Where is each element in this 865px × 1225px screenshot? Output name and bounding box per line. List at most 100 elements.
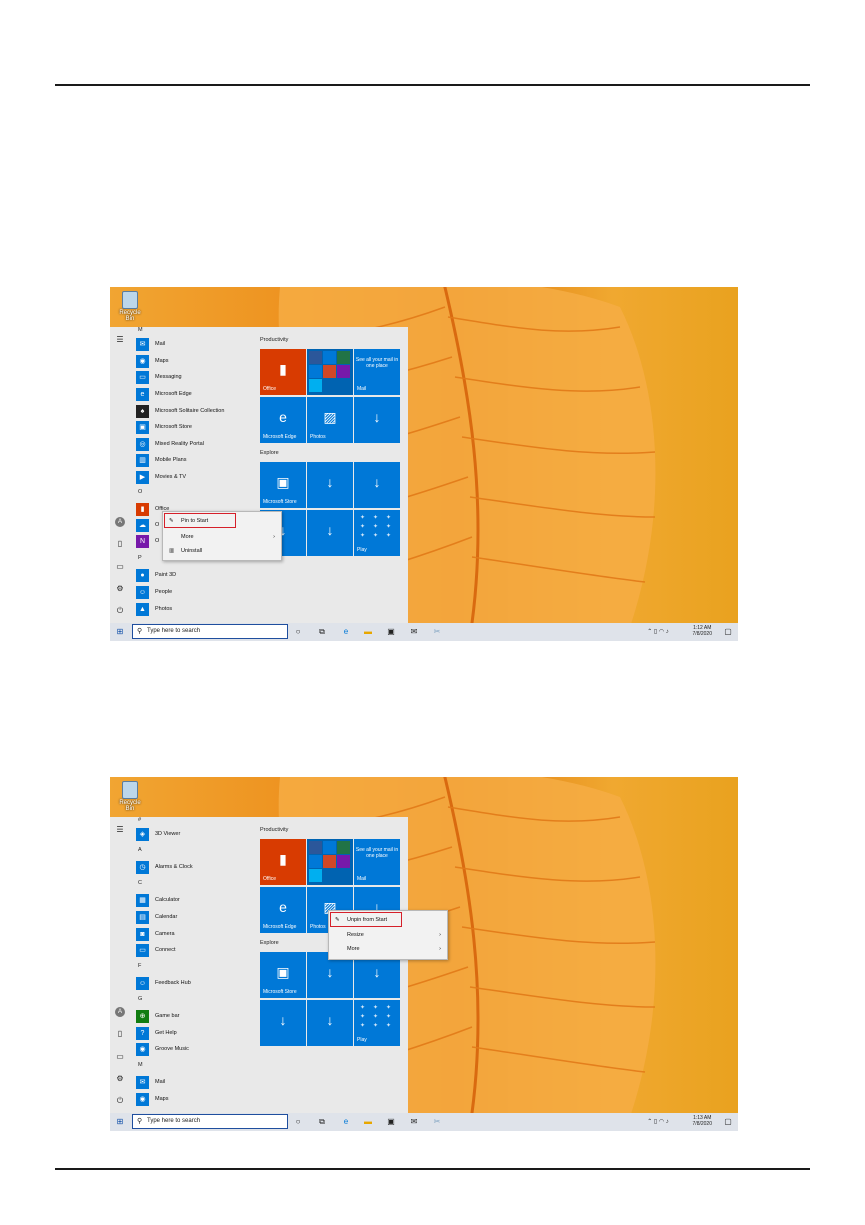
- tile-download[interactable]: ↓: [354, 397, 400, 443]
- pictures-icon[interactable]: ▭: [115, 562, 125, 572]
- edge-taskbar-icon[interactable]: e: [340, 626, 352, 638]
- app-onenote[interactable]: NO: [136, 534, 159, 548]
- app-photos[interactable]: ▲ Photos: [136, 602, 172, 616]
- app-onedrive[interactable]: ☁ O: [136, 518, 159, 532]
- letter-header[interactable]: A: [138, 847, 142, 853]
- app-microsoft-store[interactable]: ▣ Microsoft Store: [136, 420, 192, 434]
- hamburger-menu-icon[interactable]: ☰: [115, 825, 125, 835]
- notifications-icon[interactable]: ▢: [722, 626, 734, 638]
- app-calculator[interactable]: ▦ Calculator: [136, 893, 180, 907]
- group-explore[interactable]: Explore: [260, 450, 279, 456]
- tile-download[interactable]: ↓: [307, 510, 353, 556]
- tile-office[interactable]: ▮ Office: [260, 839, 306, 885]
- menu-item-more[interactable]: More ›: [163, 530, 281, 544]
- app-calendar[interactable]: ▤ Calendar: [136, 910, 177, 924]
- store-taskbar-icon[interactable]: ▣: [385, 626, 397, 638]
- settings-gear-icon[interactable]: ⚙: [115, 1074, 125, 1084]
- windows-start-icon[interactable]: ⊞: [114, 626, 126, 638]
- app-3d-viewer[interactable]: ◈ 3D Viewer: [136, 827, 180, 841]
- snipping-tool-icon[interactable]: ✂: [431, 1116, 443, 1128]
- tile-photos[interactable]: ▨ Photos: [307, 397, 353, 443]
- tile-download[interactable]: ↓: [307, 462, 353, 508]
- cortana-icon[interactable]: ○: [292, 1116, 304, 1128]
- app-mixed-reality[interactable]: ◎ Mixed Reality Portal: [136, 437, 204, 451]
- search-input[interactable]: ⚲ Type here to search: [132, 624, 288, 639]
- user-avatar-icon[interactable]: A: [115, 1007, 125, 1017]
- power-icon[interactable]: ⏻: [115, 606, 125, 616]
- group-explore[interactable]: Explore: [260, 940, 279, 946]
- app-maps[interactable]: ◉ Maps: [136, 354, 168, 368]
- app-solitaire[interactable]: ♠ Microsoft Solitaire Collection: [136, 404, 224, 418]
- power-icon[interactable]: ⏻: [115, 1096, 125, 1106]
- tile-mail[interactable]: See all your mail in one place Mail: [354, 349, 400, 395]
- app-feedback-hub[interactable]: ☺ Feedback Hub: [136, 976, 191, 990]
- letter-header[interactable]: C: [138, 880, 142, 886]
- snipping-tool-icon[interactable]: ✂: [431, 626, 443, 638]
- cortana-icon[interactable]: ○: [292, 626, 304, 638]
- tile-microsoft-store[interactable]: ▣ Microsoft Store: [260, 952, 306, 998]
- group-productivity[interactable]: Productivity: [260, 827, 288, 833]
- letter-header[interactable]: G: [138, 996, 142, 1002]
- file-explorer-icon[interactable]: ▬: [362, 626, 374, 638]
- pictures-icon[interactable]: ▭: [115, 1052, 125, 1062]
- tile-play[interactable]: ✦✦✦ ✦✦✦ ✦✦✦ Play: [354, 1000, 400, 1046]
- tile-office[interactable]: ▮ Office: [260, 349, 306, 395]
- file-explorer-icon[interactable]: ▬: [362, 1116, 374, 1128]
- menu-item-more[interactable]: More ›: [329, 942, 447, 956]
- documents-icon[interactable]: ▯: [115, 1029, 125, 1039]
- app-game-bar[interactable]: ⊕ Game bar: [136, 1009, 179, 1023]
- menu-item-resize[interactable]: Resize ›: [329, 928, 447, 942]
- tile-office-apps[interactable]: [307, 349, 353, 395]
- recycle-bin-desktop-icon[interactable]: Recycle Bin: [116, 781, 144, 812]
- letter-header[interactable]: O: [138, 489, 142, 495]
- tile-microsoft-edge[interactable]: e Microsoft Edge: [260, 397, 306, 443]
- notifications-icon[interactable]: ▢: [722, 1116, 734, 1128]
- tile-play[interactable]: ✦✦✦ ✦✦✦ ✦✦✦ Play: [354, 510, 400, 556]
- letter-header[interactable]: #: [138, 817, 141, 823]
- tile-mail[interactable]: See all your mail in one place Mail: [354, 839, 400, 885]
- tile-office-apps[interactable]: [307, 839, 353, 885]
- group-productivity[interactable]: Productivity: [260, 337, 288, 343]
- letter-header[interactable]: M: [138, 1062, 143, 1068]
- letter-header[interactable]: M: [138, 327, 143, 333]
- app-camera[interactable]: ◙ Camera: [136, 927, 175, 941]
- clock[interactable]: 1:12 AM 7/8/2020: [693, 625, 712, 637]
- mail-taskbar-icon[interactable]: ✉: [408, 626, 420, 638]
- search-input[interactable]: ⚲ Type here to search: [132, 1114, 288, 1129]
- letter-header[interactable]: P: [138, 555, 142, 561]
- system-tray-icons[interactable]: ⌃ ▯ ◠ ♪: [640, 626, 676, 638]
- tile-download[interactable]: ↓: [260, 1000, 306, 1046]
- recycle-bin-desktop-icon[interactable]: Recycle Bin: [116, 291, 144, 322]
- windows-start-icon[interactable]: ⊞: [114, 1116, 126, 1128]
- app-mobile-plans[interactable]: ▥ Mobile Plans: [136, 453, 187, 467]
- tile-download[interactable]: ↓: [307, 1000, 353, 1046]
- clock[interactable]: 1:13 AM 7/8/2020: [693, 1115, 712, 1127]
- app-paint-3d[interactable]: ● Paint 3D: [136, 568, 176, 582]
- hamburger-menu-icon[interactable]: ☰: [115, 335, 125, 345]
- app-connect[interactable]: ▭ Connect: [136, 943, 176, 957]
- app-movies-tv[interactable]: ▶ Movies & TV: [136, 470, 186, 484]
- app-alarms-clock[interactable]: ◷ Alarms & Clock: [136, 860, 193, 874]
- documents-icon[interactable]: ▯: [115, 539, 125, 549]
- app-mail[interactable]: ✉ Mail: [136, 1075, 165, 1089]
- settings-gear-icon[interactable]: ⚙: [115, 584, 125, 594]
- task-view-icon[interactable]: ⧉: [316, 626, 328, 638]
- edge-taskbar-icon[interactable]: e: [340, 1116, 352, 1128]
- app-messaging[interactable]: ▭ Messaging: [136, 370, 182, 384]
- tile-microsoft-store[interactable]: ▣ Microsoft Store: [260, 462, 306, 508]
- app-microsoft-edge[interactable]: e Microsoft Edge: [136, 387, 192, 401]
- app-get-help[interactable]: ? Get Help: [136, 1026, 177, 1040]
- tile-download[interactable]: ↓: [354, 462, 400, 508]
- app-groove-music[interactable]: ◉ Groove Music: [136, 1042, 189, 1056]
- menu-item-uninstall[interactable]: ▥ Uninstall: [163, 544, 281, 558]
- mail-taskbar-icon[interactable]: ✉: [408, 1116, 420, 1128]
- store-taskbar-icon[interactable]: ▣: [385, 1116, 397, 1128]
- task-view-icon[interactable]: ⧉: [316, 1116, 328, 1128]
- app-maps[interactable]: ◉ Maps: [136, 1092, 168, 1106]
- app-mail[interactable]: ✉ Mail: [136, 337, 165, 351]
- user-avatar-icon[interactable]: A: [115, 517, 125, 527]
- app-people[interactable]: ☺ People: [136, 585, 172, 599]
- letter-header[interactable]: F: [138, 963, 141, 969]
- tile-microsoft-edge[interactable]: e Microsoft Edge: [260, 887, 306, 933]
- system-tray-icons[interactable]: ⌃ ▯ ◠ ♪: [640, 1116, 676, 1128]
